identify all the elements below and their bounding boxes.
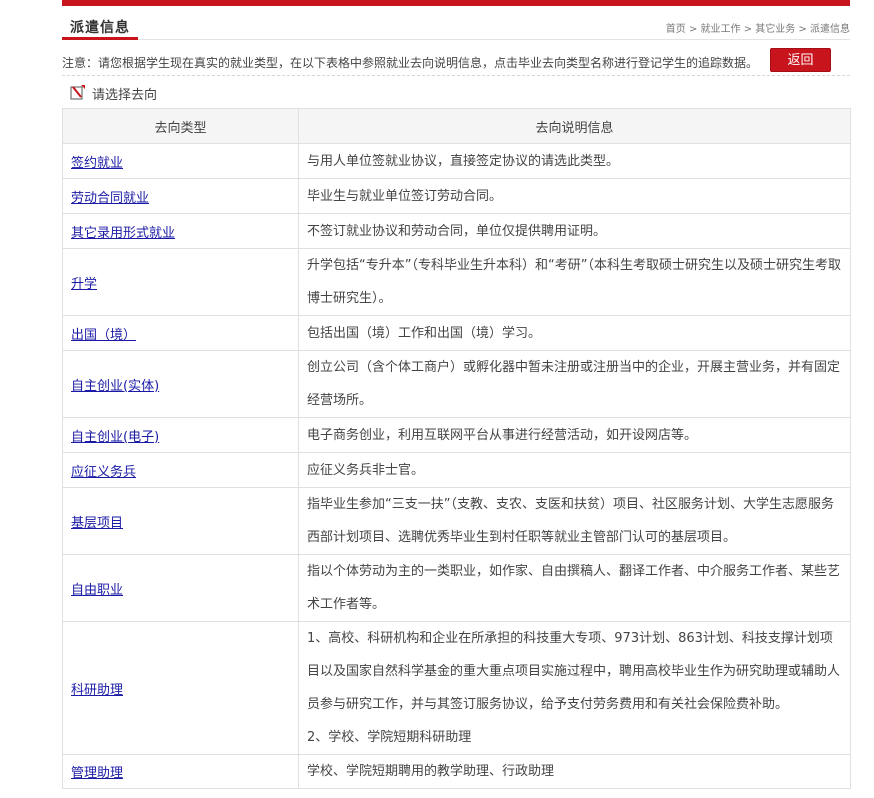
notice-text: 注意：请您根据学生现在真实的就业类型，在以下表格中参照就业去向说明信息，点击毕业… xyxy=(62,56,759,70)
desc-text: 升学包括“专升本”（专科毕业生升本科）和“考研”（本科生考取硕士研究生以及硕士研… xyxy=(307,258,841,306)
type-cell: 出国（境） xyxy=(62,315,299,351)
page-title: 派遣信息 xyxy=(70,20,130,36)
breadcrumb-current: 派遣信息 xyxy=(810,24,850,35)
table-header-row: 去向类型 去向说明信息 xyxy=(62,108,851,144)
type-link-admin-assistant[interactable]: 管理助理 xyxy=(71,766,123,781)
type-link-military[interactable]: 应征义务兵 xyxy=(71,465,136,480)
type-cell: 签约就业 xyxy=(62,143,299,179)
desc-cell: 不签订就业协议和劳动合同，单位仅提供聘用证明。 xyxy=(298,213,851,249)
type-cell: 升学 xyxy=(62,248,299,316)
choose-destination-label: 请选择去向 xyxy=(92,88,158,103)
type-cell: 自主创业(电子) xyxy=(62,417,299,453)
type-link-startup-physical[interactable]: 自主创业(实体) xyxy=(71,379,159,394)
breadcrumb-other[interactable]: 其它业务 xyxy=(755,24,795,35)
header-desc: 去向说明信息 xyxy=(298,108,851,144)
desc-cell: 毕业生与就业单位签订劳动合同。 xyxy=(298,178,851,214)
type-cell: 其它录用形式就业 xyxy=(62,213,299,249)
type-cell: 自主创业(实体) xyxy=(62,350,299,418)
header-type: 去向类型 xyxy=(62,108,299,144)
table-row: 自主创业(电子) 电子商务创业，利用互联网平台从事进行经营活动，如开设网店等。 xyxy=(62,417,851,453)
type-cell: 管理助理 xyxy=(62,754,299,789)
desc-text: 2、学校、学院短期科研助理 xyxy=(307,730,472,745)
breadcrumb-sep: > xyxy=(743,24,756,35)
desc-text: 应征义务兵非士官。 xyxy=(307,462,425,478)
desc-text: 创立公司（含个体工商户）或孵化器中暂未注册或注册当中的企业，开展主营业务，并有固… xyxy=(307,360,841,408)
table-row: 升学 升学包括“专升本”（专科毕业生升本科）和“考研”（本科生考取硕士研究生以及… xyxy=(62,248,851,316)
desc-text: 电子商务创业，利用互联网平台从事进行经营活动，如开设网店等。 xyxy=(307,427,698,443)
type-cell: 劳动合同就业 xyxy=(62,178,299,214)
desc-text: 学校、学院短期聘用的教学助理、行政助理 xyxy=(307,764,555,779)
desc-cell: 学校、学院短期聘用的教学助理、行政助理 xyxy=(298,754,851,789)
type-cell: 应征义务兵 xyxy=(62,452,299,488)
desc-cell: 指毕业生参加“三支一扶”（支教、支农、支医和扶贫）项目、社区服务计划、大学生志愿… xyxy=(298,487,851,555)
desc-cell: 指以个体劳动为主的一类职业，如作家、自由撰稿人、翻译工作者、中介服务工作者、某些… xyxy=(298,554,851,622)
breadcrumb: 首页 > 就业工作 > 其它业务 > 派遣信息 xyxy=(666,20,850,35)
desc-cell: 电子商务创业，利用互联网平台从事进行经营活动，如开设网店等。 xyxy=(298,417,851,453)
type-link-other-hire[interactable]: 其它录用形式就业 xyxy=(71,226,175,241)
desc-text: 毕业生与就业单位签订劳动合同。 xyxy=(307,188,503,204)
type-link-startup-online[interactable]: 自主创业(电子) xyxy=(71,430,159,445)
breadcrumb-home[interactable]: 首页 xyxy=(666,24,686,35)
breadcrumb-sep: > xyxy=(688,24,701,35)
type-link-freelance[interactable]: 自由职业 xyxy=(71,583,123,598)
desc-text: 指毕业生参加“三支一扶”（支教、支农、支医和扶贫）项目、社区服务计划、大学生志愿… xyxy=(307,497,834,545)
table-row: 管理助理 学校、学院短期聘用的教学助理、行政助理 xyxy=(62,754,851,789)
desc-cell: 1、高校、科研机构和企业在所承担的科技重大专项、973计划、863计划、科技支撑… xyxy=(298,621,851,755)
breadcrumb-sep: > xyxy=(798,24,810,35)
table-row: 签约就业 与用人单位签就业协议，直接签定协议的请选此类型。 xyxy=(62,143,851,179)
notice-row: 注意：请您根据学生现在真实的就业类型，在以下表格中参照就业去向说明信息，点击毕业… xyxy=(62,46,850,76)
title-underline xyxy=(62,37,138,40)
type-link-research-assistant[interactable]: 科研助理 xyxy=(71,683,123,698)
table-row: 自由职业 指以个体劳动为主的一类职业，如作家、自由撰稿人、翻译工作者、中介服务工… xyxy=(62,554,851,622)
desc-cell: 包括出国（境）工作和出国（境）学习。 xyxy=(298,315,851,351)
desc-cell: 应征义务兵非士官。 xyxy=(298,452,851,488)
desc-cell: 升学包括“专升本”（专科毕业生升本科）和“考研”（本科生考取硕士研究生以及硕士研… xyxy=(298,248,851,316)
desc-cell: 与用人单位签就业协议，直接签定协议的请选此类型。 xyxy=(298,143,851,179)
edit-note-icon xyxy=(70,85,85,100)
table-row: 出国（境） 包括出国（境）工作和出国（境）学习。 xyxy=(62,315,851,351)
section-header: 派遣信息 首页 > 就业工作 > 其它业务 > 派遣信息 xyxy=(62,6,850,40)
type-link-grassroots[interactable]: 基层项目 xyxy=(71,516,123,531)
table-row: 其它录用形式就业 不签订就业协议和劳动合同，单位仅提供聘用证明。 xyxy=(62,213,851,249)
table-row: 基层项目 指毕业生参加“三支一扶”（支教、支农、支医和扶贫）项目、社区服务计划、… xyxy=(62,487,851,555)
type-link-contract[interactable]: 签约就业 xyxy=(71,156,123,171)
type-cell: 基层项目 xyxy=(62,487,299,555)
back-button[interactable]: 返回 xyxy=(770,48,831,72)
desc-text: 与用人单位签就业协议，直接签定协议的请选此类型。 xyxy=(307,153,620,169)
desc-text: 1、高校、科研机构和企业在所承担的科技重大专项、973计划、863计划、科技支撑… xyxy=(307,631,841,712)
table-row: 科研助理 1、高校、科研机构和企业在所承担的科技重大专项、973计划、863计划… xyxy=(62,621,851,755)
destination-table: 去向类型 去向说明信息 签约就业 与用人单位签就业协议，直接签定协议的请选此类型… xyxy=(62,108,851,789)
type-link-labor-contract[interactable]: 劳动合同就业 xyxy=(71,191,149,206)
type-link-further-study[interactable]: 升学 xyxy=(71,277,97,292)
breadcrumb-employment[interactable]: 就业工作 xyxy=(701,24,741,35)
table-row: 应征义务兵 应征义务兵非士官。 xyxy=(62,452,851,488)
type-link-abroad[interactable]: 出国（境） xyxy=(71,328,136,343)
type-cell: 自由职业 xyxy=(62,554,299,622)
desc-cell: 创立公司（含个体工商户）或孵化器中暂未注册或注册当中的企业，开展主营业务，并有固… xyxy=(298,350,851,418)
type-cell: 科研助理 xyxy=(62,621,299,755)
table-row: 自主创业(实体) 创立公司（含个体工商户）或孵化器中暂未注册或注册当中的企业，开… xyxy=(62,350,851,418)
desc-text: 不签订就业协议和劳动合同，单位仅提供聘用证明。 xyxy=(307,223,607,239)
desc-text: 包括出国（境）工作和出国（境）学习。 xyxy=(307,325,542,341)
desc-text: 指以个体劳动为主的一类职业，如作家、自由撰稿人、翻译工作者、中介服务工作者、某些… xyxy=(307,564,841,612)
table-row: 劳动合同就业 毕业生与就业单位签订劳动合同。 xyxy=(62,178,851,214)
